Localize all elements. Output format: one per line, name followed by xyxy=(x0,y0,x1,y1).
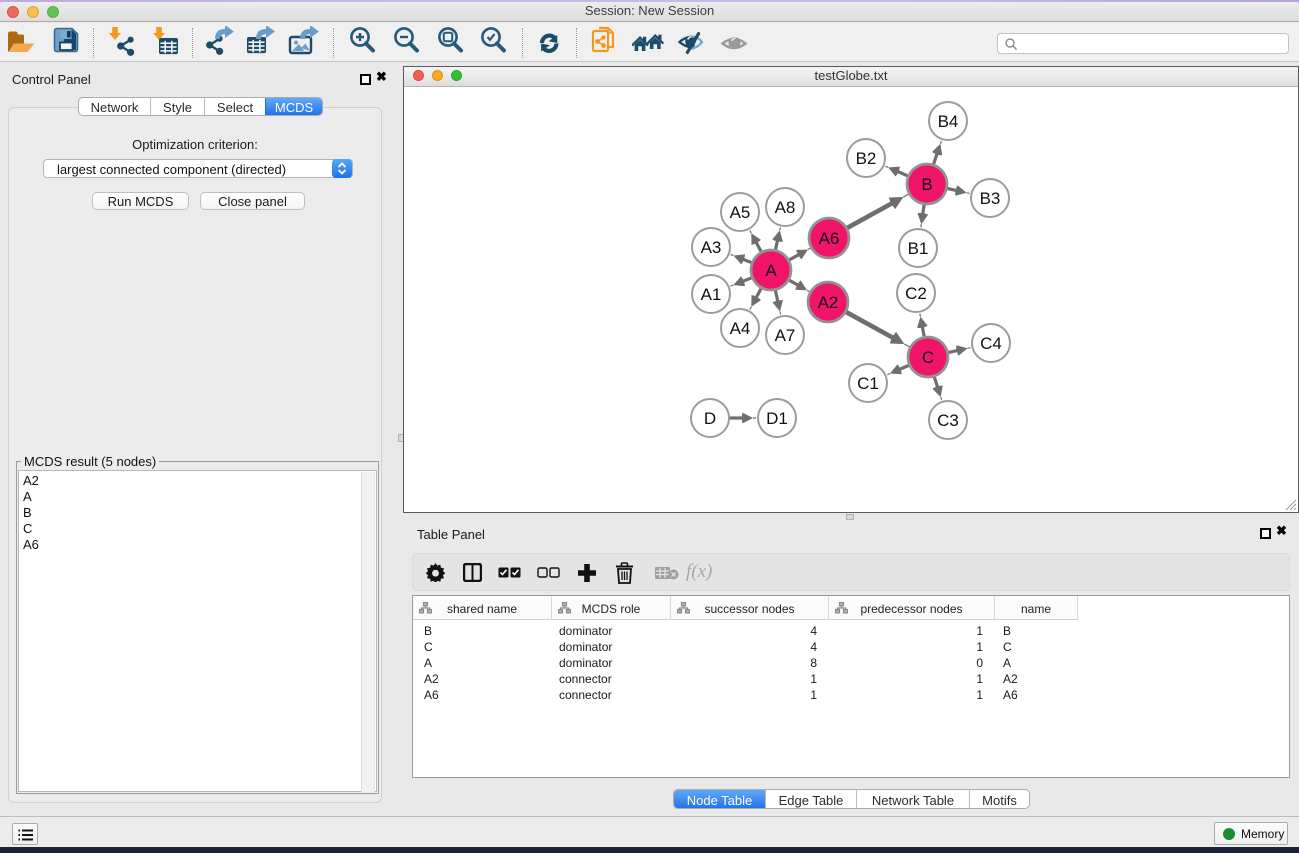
svg-text:C: C xyxy=(922,348,934,367)
svg-text:B: B xyxy=(921,175,932,194)
svg-text:D: D xyxy=(704,409,716,428)
svg-text:B2: B2 xyxy=(856,149,877,168)
svg-text:A2: A2 xyxy=(818,293,839,312)
svg-text:B1: B1 xyxy=(908,239,929,258)
svg-text:A6: A6 xyxy=(819,229,840,248)
svg-text:C3: C3 xyxy=(937,411,959,430)
svg-text:B4: B4 xyxy=(938,112,959,131)
svg-text:A3: A3 xyxy=(701,238,722,257)
svg-text:A1: A1 xyxy=(701,285,722,304)
svg-text:D1: D1 xyxy=(766,409,788,428)
svg-text:C1: C1 xyxy=(857,374,879,393)
svg-text:B3: B3 xyxy=(980,189,1001,208)
svg-text:A: A xyxy=(765,261,777,280)
svg-text:C2: C2 xyxy=(905,284,927,303)
svg-text:C4: C4 xyxy=(980,334,1002,353)
svg-text:A5: A5 xyxy=(730,203,751,222)
svg-text:A8: A8 xyxy=(775,198,796,217)
svg-text:A7: A7 xyxy=(775,326,796,345)
svg-text:A4: A4 xyxy=(730,319,751,338)
